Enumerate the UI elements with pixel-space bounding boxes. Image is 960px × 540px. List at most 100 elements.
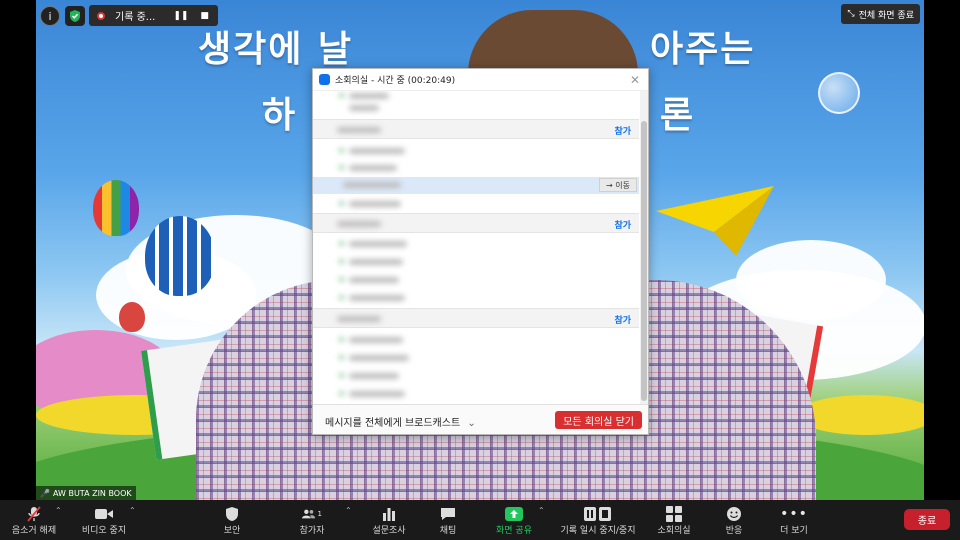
headline-line1-right: 아주는	[650, 29, 756, 70]
mic-muted-icon: 🎤	[40, 488, 50, 498]
room-name-blurred	[337, 221, 381, 227]
shield-icon	[222, 505, 242, 523]
participant-status-dot	[339, 355, 344, 360]
chat-icon	[438, 505, 458, 523]
more-button[interactable]: ••• 더 보기	[774, 500, 814, 540]
chevron-up-icon[interactable]: ⌃	[538, 506, 545, 515]
participant-status-dot	[339, 241, 344, 246]
unmute-button[interactable]: 음소거 해제	[8, 500, 60, 540]
participant-name-blurred	[349, 337, 403, 343]
chat-button[interactable]: 채팅	[430, 500, 466, 540]
record-dot-icon	[97, 11, 105, 20]
exit-fullscreen-button[interactable]: ⤡ 전체 화면 종료	[841, 4, 920, 24]
join-room-link[interactable]: 참가	[614, 313, 631, 326]
participant-status-dot	[339, 93, 344, 98]
room-list-scrollbar[interactable]	[640, 91, 648, 406]
selected-participant-row[interactable]: → 이동	[313, 177, 639, 194]
bubble	[818, 72, 860, 114]
polls-button[interactable]: 설문조사	[366, 500, 412, 540]
pause-stop-recording-button[interactable]: 기록 일시 중지/중지	[555, 500, 641, 540]
room-header: 참가	[313, 213, 639, 233]
reactions-label: 반응	[725, 525, 743, 536]
participant-name-blurred	[349, 241, 407, 247]
participant-status-dot	[339, 373, 344, 378]
bar-chart-icon	[379, 505, 399, 523]
participant-name-blurred	[349, 391, 405, 397]
reactions-button[interactable]: 반응	[716, 500, 752, 540]
breakout-rooms-button[interactable]: 소회의실	[650, 500, 698, 540]
share-screen-icon	[504, 505, 524, 523]
mic-muted-icon	[24, 505, 44, 523]
headline-line1: 생각에 날	[198, 29, 354, 70]
participants-button[interactable]: 1 참가자	[290, 500, 334, 540]
participant-name-blurred	[343, 182, 401, 188]
end-meeting-button[interactable]: 종료	[904, 509, 950, 530]
right-letterbox	[924, 0, 960, 500]
paper-plane	[656, 186, 774, 256]
join-room-link[interactable]: 참가	[614, 218, 631, 231]
participant-count: 1	[317, 509, 322, 518]
participant-name-blurred	[349, 277, 399, 283]
info-icon[interactable]: i	[40, 6, 60, 26]
participant-status-dot	[339, 148, 344, 153]
room-header: 참가	[313, 308, 639, 328]
room-name-blurred	[337, 127, 381, 133]
dialog-footer: 메시지를 전체에게 브로드캐스트 ⌄ 모든 회의실 닫기	[313, 404, 648, 434]
join-room-link[interactable]: 참가	[614, 124, 631, 137]
close-icon[interactable]: ✕	[630, 73, 640, 87]
share-screen-label: 화면 공유	[496, 525, 532, 536]
participant-status-dot	[339, 277, 344, 282]
participant-name-blurred	[349, 295, 405, 301]
exit-fullscreen-label: 전체 화면 종료	[858, 10, 914, 21]
chevron-up-icon[interactable]: ⌃	[129, 506, 136, 515]
scrollbar-thumb[interactable]	[641, 121, 647, 401]
participant-name-tag: 🎤 AW BUTA ZIN BOOK	[36, 486, 136, 500]
chat-label: 채팅	[439, 525, 457, 536]
hot-air-balloon	[119, 302, 145, 332]
shield-check-icon[interactable]	[65, 6, 85, 26]
security-button[interactable]: 보안	[212, 500, 252, 540]
participant-name-blurred	[349, 373, 399, 379]
participant-status-dot	[339, 259, 344, 264]
polls-label: 설문조사	[372, 525, 406, 536]
participant-name-blurred	[349, 259, 403, 265]
zoom-window: 생각에 날 아주는 하 론 🎤 AW BUTA ZIN BOOK i 기록 중.	[0, 0, 960, 540]
hot-air-balloon	[145, 216, 215, 296]
participant-name-blurred	[349, 355, 409, 361]
move-to-button[interactable]: → 이동	[599, 178, 637, 192]
unmute-label: 음소거 해제	[11, 525, 57, 536]
headline-line2-left: 하	[262, 95, 298, 136]
pause-icon[interactable]: ❚❚	[173, 11, 188, 21]
broadcast-message-dropdown[interactable]: 메시지를 전체에게 브로드캐스트 ⌄	[325, 414, 476, 429]
participants-icon: 1	[302, 505, 322, 523]
broadcast-label: 메시지를 전체에게 브로드캐스트	[325, 418, 461, 429]
share-screen-button[interactable]: 화면 공유	[490, 500, 538, 540]
meeting-toolbar: 음소거 해제 ⌃ 비디오 중지 ⌃ 보안 1 참가자 ⌃ 설문조사 채팅 화면 …	[0, 500, 960, 540]
recording-status-label: 기록 중...	[115, 12, 156, 23]
room-header: 참가	[313, 119, 639, 139]
stop-video-button[interactable]: 비디오 중지	[76, 500, 132, 540]
recording-indicator: 기록 중... ❚❚ ■	[89, 5, 218, 26]
pause-stop-recording-label: 기록 일시 중지/중지	[560, 525, 636, 536]
security-label: 보안	[223, 525, 241, 536]
participant-status-dot	[339, 295, 344, 300]
emoji-icon	[724, 505, 744, 523]
participants-label: 참가자	[299, 525, 325, 536]
participant-name-blurred	[349, 201, 401, 207]
pause-stop-icon	[583, 505, 613, 523]
close-all-rooms-button[interactable]: 모든 회의실 닫기	[555, 411, 642, 429]
participant-name: AW BUTA ZIN BOOK	[52, 488, 132, 498]
participant-status-dot	[339, 391, 344, 396]
participant-status-dot	[339, 165, 344, 170]
chevron-down-icon: ⌄	[467, 418, 476, 429]
participant-name-blurred	[349, 93, 389, 99]
breakout-rooms-dialog: 소회의실 - 시간 중 (00:20:49) ✕ 참가 → 이동 참가 참가 메…	[312, 68, 649, 435]
more-icon: •••	[780, 505, 808, 522]
room-list: 참가 → 이동 참가 참가	[313, 91, 639, 406]
participant-name-blurred	[349, 165, 397, 171]
chevron-up-icon[interactable]: ⌃	[55, 506, 62, 515]
grid-icon	[664, 505, 684, 523]
stop-icon[interactable]: ■	[200, 11, 209, 21]
chevron-up-icon[interactable]: ⌃	[345, 506, 352, 515]
participant-name-blurred	[349, 105, 379, 111]
